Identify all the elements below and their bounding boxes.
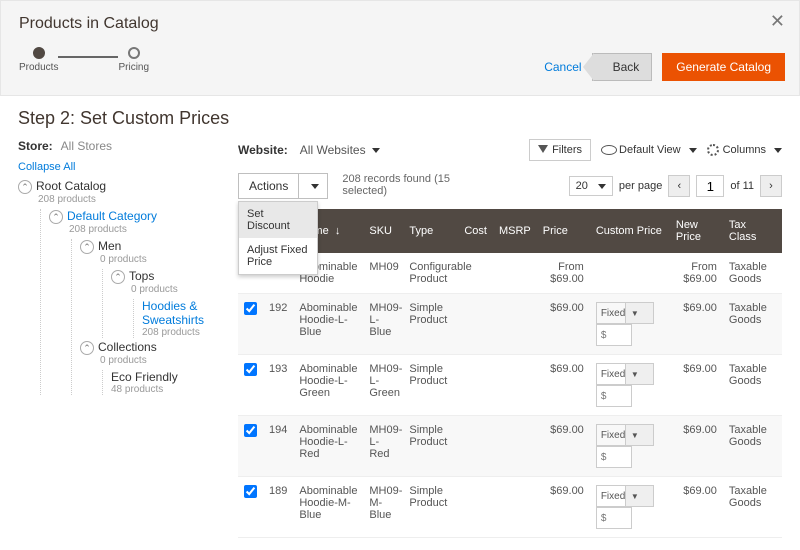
eye-icon bbox=[601, 143, 615, 157]
chevron-icon[interactable]: ⌃ bbox=[80, 341, 94, 355]
price-input[interactable] bbox=[596, 446, 632, 468]
chevron-icon[interactable]: ⌃ bbox=[80, 240, 94, 254]
price-input[interactable] bbox=[596, 507, 632, 529]
back-button[interactable]: Back bbox=[592, 53, 653, 81]
category-tree: ⌃Root Catalog208 products ⌃Default Categ… bbox=[18, 179, 218, 395]
chevron-icon[interactable]: ⌃ bbox=[111, 270, 125, 284]
funnel-icon bbox=[538, 145, 548, 155]
action-set-discount[interactable]: Set Discount bbox=[239, 202, 317, 238]
row-checkbox[interactable] bbox=[244, 424, 257, 437]
page-title: Step 2: Set Custom Prices bbox=[18, 108, 782, 129]
price-type-select[interactable]: Fixed▼ bbox=[596, 485, 654, 507]
tree-node[interactable]: Collections bbox=[98, 340, 157, 354]
col-custom[interactable]: Custom Price bbox=[590, 209, 670, 253]
col-new-price[interactable]: New Price bbox=[670, 209, 723, 253]
filters-button[interactable]: Filters bbox=[529, 139, 591, 161]
tree-node[interactable]: Tops bbox=[129, 269, 154, 283]
price-type-select[interactable]: Fixed▼ bbox=[596, 424, 654, 446]
columns-button[interactable]: Columns bbox=[707, 144, 782, 156]
col-type[interactable]: Type bbox=[403, 209, 458, 253]
table-row: 192Abominable Hoodie-L-Blue MH09-L-BlueS… bbox=[238, 294, 782, 355]
tree-node[interactable]: Hoodies & Sweatshirts bbox=[142, 299, 204, 327]
row-checkbox[interactable] bbox=[244, 363, 257, 376]
price-type-select[interactable]: Fixed▼ bbox=[596, 363, 654, 385]
website-label: Website: bbox=[238, 143, 288, 157]
col-tax[interactable]: Tax Class bbox=[723, 209, 782, 253]
gear-icon bbox=[707, 144, 719, 156]
col-sku[interactable]: SKU bbox=[363, 209, 403, 253]
chevron-icon[interactable]: ⌃ bbox=[49, 210, 63, 224]
price-input[interactable] bbox=[596, 324, 632, 346]
cancel-button[interactable]: Cancel bbox=[544, 60, 581, 74]
step-pricing: Pricing bbox=[118, 62, 149, 73]
close-icon[interactable]: ✕ bbox=[770, 11, 785, 32]
action-adjust-fixed[interactable]: Adjust Fixed Price bbox=[239, 238, 317, 274]
step-products: Products bbox=[19, 62, 58, 73]
col-msrp[interactable]: MSRP bbox=[493, 209, 537, 253]
store-value[interactable]: All Stores bbox=[61, 139, 112, 153]
col-cost[interactable]: Cost bbox=[458, 209, 493, 253]
tree-node[interactable]: Eco Friendly bbox=[111, 370, 178, 384]
website-select[interactable]: All Websites bbox=[294, 143, 380, 157]
tree-node[interactable]: Men bbox=[98, 239, 121, 253]
price-input[interactable] bbox=[596, 385, 632, 407]
products-table: ID Name ↓ SKU Type Cost MSRP Price Custo… bbox=[238, 209, 782, 538]
row-checkbox[interactable] bbox=[244, 302, 257, 315]
record-count: 208 records found (15 selected) bbox=[342, 173, 462, 197]
actions-dropdown[interactable]: Actions Set Discount Adjust Fixed Price bbox=[238, 173, 328, 199]
tree-node[interactable]: Default Category bbox=[67, 209, 157, 223]
table-row: 194Abominable Hoodie-L-Red MH09-L-RedSim… bbox=[238, 416, 782, 477]
price-type-select[interactable]: Fixed▼ bbox=[596, 302, 654, 324]
default-view-button[interactable]: Default View bbox=[601, 143, 697, 157]
store-label: Store: bbox=[18, 139, 53, 153]
modal-title: Products in Catalog bbox=[19, 15, 781, 33]
table-row: 189Abominable Hoodie-M-Blue MH09-M-BlueS… bbox=[238, 477, 782, 538]
row-checkbox[interactable] bbox=[244, 485, 257, 498]
table-row: 198Abominable Hoodie MH09Configurable Pr… bbox=[238, 253, 782, 294]
next-page-button[interactable]: › bbox=[760, 175, 782, 197]
collapse-all-link[interactable]: Collapse All bbox=[18, 161, 218, 173]
actions-menu: Set Discount Adjust Fixed Price bbox=[238, 201, 318, 275]
tree-node[interactable]: Root Catalog bbox=[36, 179, 106, 193]
prev-page-button[interactable]: ‹ bbox=[668, 175, 690, 197]
page-input[interactable] bbox=[696, 175, 724, 197]
col-price[interactable]: Price bbox=[537, 209, 590, 253]
table-row: 193Abominable Hoodie-L-Green MH09-L-Gree… bbox=[238, 355, 782, 416]
page-size-select[interactable]: 20 bbox=[569, 176, 613, 196]
chevron-icon[interactable]: ⌃ bbox=[18, 180, 32, 194]
generate-catalog-button[interactable]: Generate Catalog bbox=[662, 53, 785, 81]
